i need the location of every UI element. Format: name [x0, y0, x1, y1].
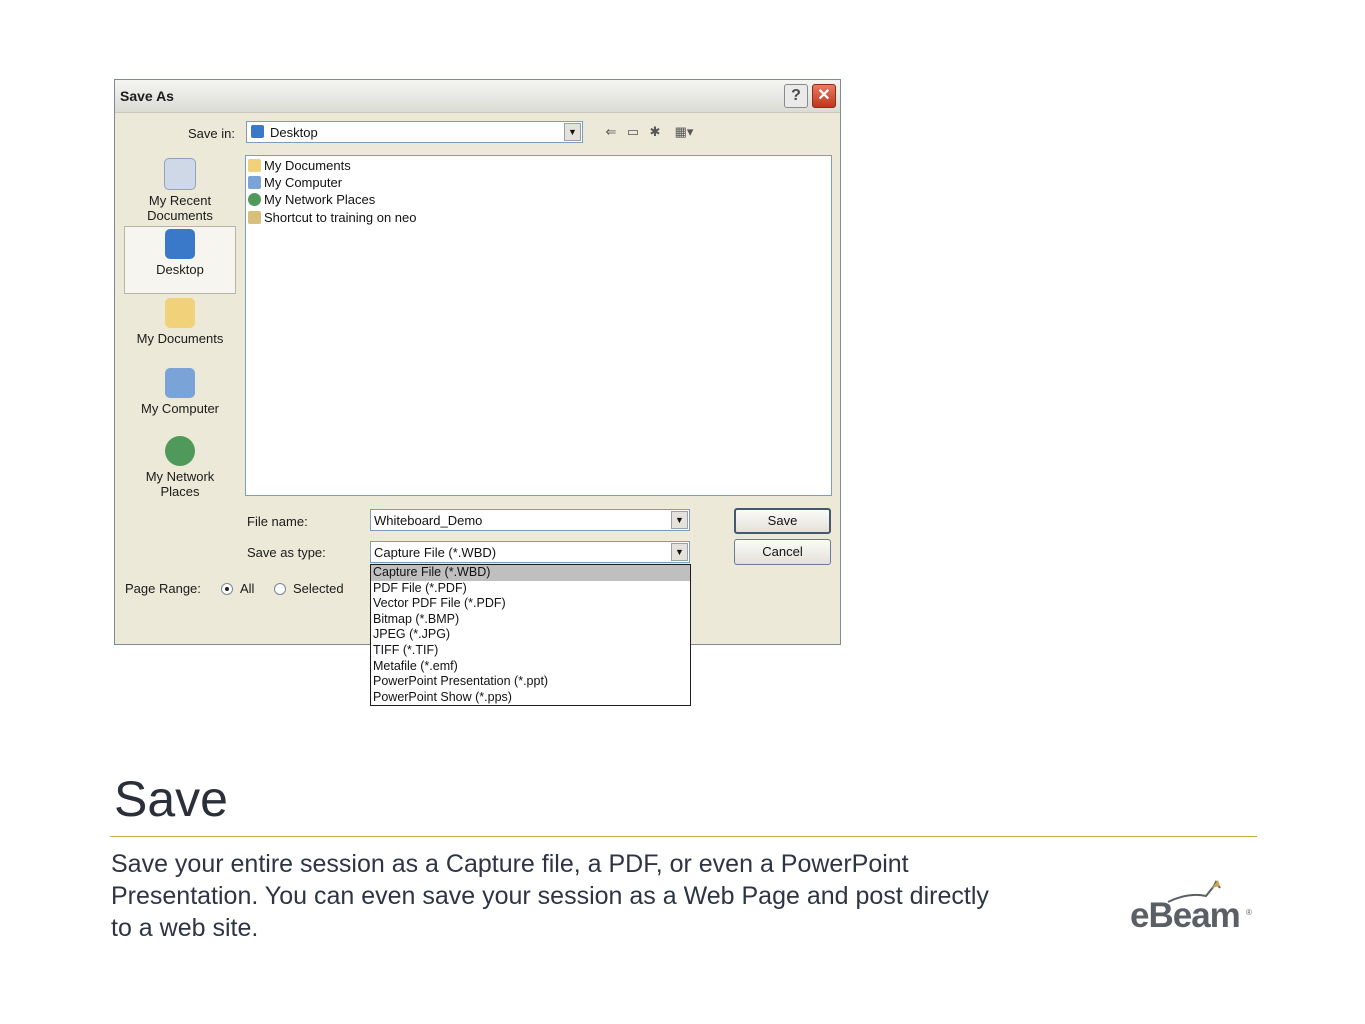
dropdown-option[interactable]: Metafile (*.emf) [371, 659, 690, 675]
save-button[interactable]: Save [734, 508, 831, 534]
range-selected-label: Selected [293, 581, 344, 596]
save-type-value: Capture File (*.WBD) [374, 545, 497, 560]
file-name-label: File name: [247, 514, 308, 529]
save-in-value: Desktop [270, 125, 318, 140]
dropdown-arrow-icon[interactable]: ▼ [564, 123, 581, 141]
save-as-dialog: Save As ? ✕ Save in: Desktop ▼ ⇐ ▭ ✱ ▦▾ … [114, 79, 841, 645]
help-button[interactable]: ? [784, 84, 808, 108]
dropdown-option[interactable]: PowerPoint Presentation (*.ppt) [371, 674, 690, 690]
place-label: Desktop [156, 262, 204, 277]
place-label: My Computer [140, 401, 220, 416]
list-item[interactable]: Shortcut to training on neo [248, 210, 417, 227]
dropdown-option[interactable]: Vector PDF File (*.PDF) [371, 596, 690, 612]
dropdown-option[interactable]: PowerPoint Show (*.pps) [371, 690, 690, 706]
cancel-button[interactable]: Cancel [734, 539, 831, 565]
close-button[interactable]: ✕ [812, 84, 836, 108]
range-all-radio[interactable] [221, 583, 233, 595]
dropdown-option[interactable]: Capture File (*.WBD) [371, 565, 690, 581]
save-in-dropdown[interactable]: Desktop ▼ [246, 121, 583, 143]
list-item[interactable]: My Network Places [248, 192, 375, 209]
file-label: Shortcut to training on neo [264, 210, 417, 225]
file-label: My Computer [264, 175, 343, 190]
view-menu-icon[interactable]: ▦▾ [670, 124, 698, 140]
place-label: My Recent Documents [147, 193, 213, 223]
place-label: My Documents [136, 331, 224, 346]
network-globe-icon [248, 193, 261, 206]
file-list[interactable]: My Documents My Computer My Network Plac… [245, 155, 832, 496]
save-in-label: Save in: [188, 126, 235, 141]
place-my-documents[interactable]: My Documents [124, 298, 236, 346]
logo-registered-mark: ® [1246, 908, 1252, 917]
folder-icon [248, 159, 261, 172]
place-desktop[interactable]: Desktop [124, 226, 236, 294]
place-my-computer[interactable]: My Computer [124, 368, 236, 416]
up-folder-icon[interactable]: ▭ [624, 124, 642, 140]
shortcut-icon [248, 211, 261, 224]
list-item[interactable]: My Computer [248, 175, 342, 192]
place-my-recent-documents[interactable]: My Recent Documents [124, 158, 236, 223]
dialog-title: Save As [120, 88, 174, 104]
network-globe-icon [165, 436, 195, 466]
desktop-icon [165, 229, 195, 259]
page-range-label: Page Range: [125, 581, 201, 596]
dropdown-option[interactable]: Bitmap (*.BMP) [371, 612, 690, 628]
dropdown-option[interactable]: PDF File (*.PDF) [371, 581, 690, 597]
dropdown-option[interactable]: JPEG (*.JPG) [371, 627, 690, 643]
list-item[interactable]: My Documents [248, 158, 351, 175]
file-name-input[interactable]: Whiteboard_Demo ▼ [370, 509, 690, 531]
range-all-label: All [240, 581, 255, 596]
file-label: My Documents [264, 158, 351, 173]
place-label: My Network Places [145, 469, 215, 499]
computer-icon [248, 176, 261, 189]
file-name-value: Whiteboard_Demo [374, 513, 483, 528]
back-arrow-icon[interactable]: ⇐ [602, 124, 620, 140]
file-label: My Network Places [264, 192, 376, 207]
dropdown-option[interactable]: TIFF (*.TIF) [371, 643, 690, 659]
save-type-label: Save as type: [247, 545, 326, 560]
ebeam-logo: eBeam ® [1128, 878, 1258, 938]
place-my-network-places[interactable]: My Network Places [124, 436, 236, 499]
recent-documents-icon [164, 158, 196, 190]
computer-icon [165, 368, 195, 398]
title-divider [110, 836, 1257, 837]
new-folder-icon[interactable]: ✱ [646, 124, 664, 140]
save-type-dropdown[interactable]: Capture File (*.WBD) ▼ [370, 541, 690, 563]
slide-title: Save [114, 771, 228, 827]
folder-icon [165, 298, 195, 328]
dropdown-arrow-icon[interactable]: ▼ [671, 511, 688, 529]
save-type-options-list[interactable]: Capture File (*.WBD) PDF File (*.PDF) Ve… [370, 564, 691, 706]
dropdown-arrow-icon[interactable]: ▼ [671, 543, 688, 561]
slide-body-text: Save your entire session as a Capture fi… [111, 850, 989, 942]
range-selected-radio[interactable] [274, 583, 286, 595]
logo-wordmark: eBeam [1130, 896, 1241, 935]
desktop-icon [251, 125, 264, 138]
title-bar[interactable]: Save As ? ✕ [115, 80, 840, 113]
